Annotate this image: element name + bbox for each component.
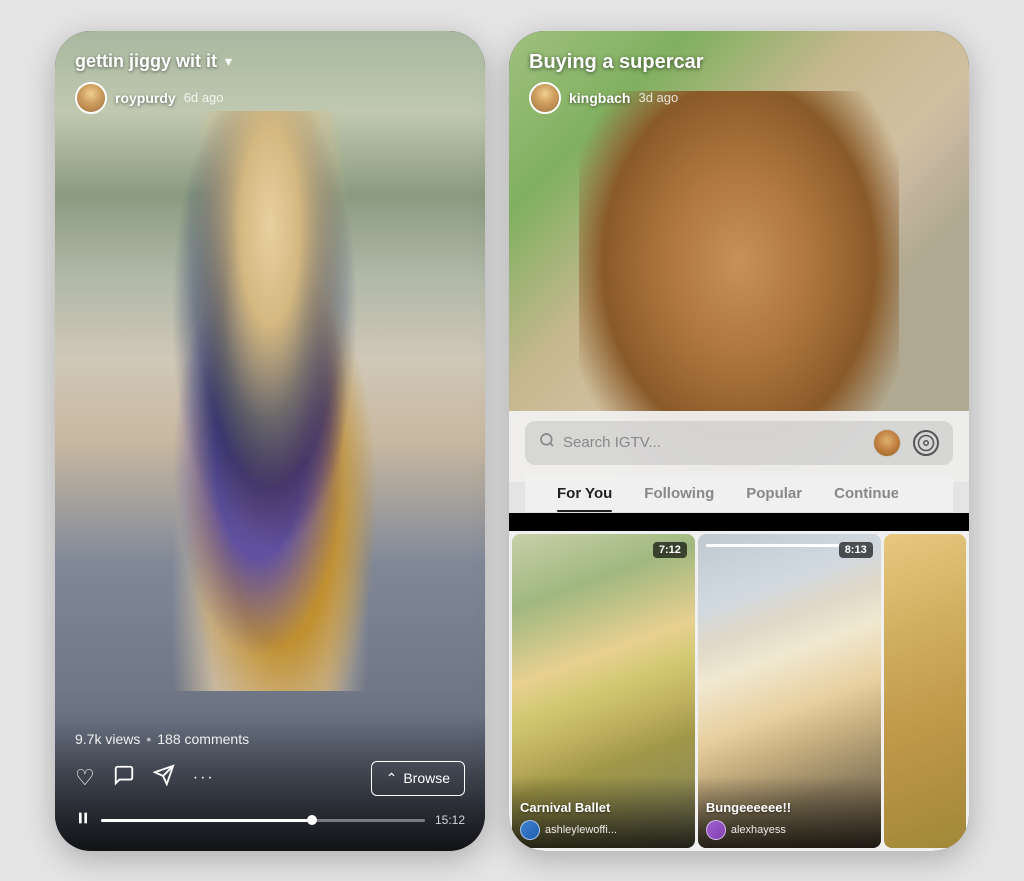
settings-icon[interactable] (913, 430, 939, 456)
thumb-title-2: Bungeeeeee!! (706, 800, 873, 815)
views-count: 9.7k views (75, 731, 140, 747)
browse-arrow: ⌃ (386, 770, 398, 787)
search-placeholder: Search IGTV... (563, 434, 661, 451)
thumb-progress-fill-2 (706, 544, 839, 547)
progress-dot (307, 815, 317, 825)
thumb-username-2: alexhayess (731, 824, 786, 836)
pause-button[interactable] (75, 810, 91, 831)
time-ago-left: 6d ago (184, 90, 224, 105)
thumb-avatar-1 (520, 820, 540, 840)
browse-button[interactable]: ⌃ Browse (371, 761, 465, 796)
thumb-info-1: Carnival Ballet ashleylewoffi... (512, 776, 695, 848)
igtv-profile-icon[interactable] (873, 429, 901, 457)
tab-following[interactable]: Following (628, 475, 730, 512)
avatar-right[interactable] (529, 82, 561, 114)
progress-fill (101, 819, 312, 822)
browse-label: Browse (403, 770, 450, 786)
thumb-bg-3 (884, 534, 966, 848)
thumb-user-row-1: ashleylewoffi... (520, 820, 687, 840)
comments-count: 188 comments (157, 731, 249, 747)
thumb-user-row-2: alexhayess (706, 820, 873, 840)
thumb-card-2[interactable]: 8:13 Bungeeeeee!! alexhayess (698, 534, 881, 848)
igtv-time: 3d ago (638, 90, 678, 105)
progress-row: 15:12 (75, 810, 465, 831)
user-row-left: roypurdy 6d ago (75, 82, 465, 114)
comment-icon[interactable] (113, 764, 135, 792)
like-icon[interactable]: ♡ (75, 765, 95, 791)
tab-popular[interactable]: Popular (730, 475, 818, 512)
thumbnails-grid: 7:12 Carnival Ballet ashleylewoffi... 8:… (509, 531, 969, 851)
thumb-duration-2: 8:13 (839, 542, 873, 558)
bottom-bar-left: 9.7k views • 188 comments ♡ ··· ⌃ (55, 715, 485, 851)
dropdown-icon[interactable]: ▾ (225, 53, 232, 70)
progress-bar[interactable] (101, 819, 425, 822)
duration-left: 15:12 (435, 813, 465, 827)
left-phone: gettin jiggy wit it ▾ roypurdy 6d ago 9.… (55, 31, 485, 851)
igtv-video-title: Buying a supercar (529, 51, 949, 74)
thumb-username-1: ashleylewoffi... (545, 824, 617, 836)
separator: • (146, 731, 151, 747)
top-overlay-left: gettin jiggy wit it ▾ roypurdy 6d ago (55, 31, 485, 124)
tab-continue[interactable]: Continue W (818, 475, 898, 512)
avatar-left[interactable] (75, 82, 107, 114)
thumb-avatar-2 (706, 820, 726, 840)
thumb-info-2: Bungeeeeee!! alexhayess (698, 776, 881, 848)
thumb-card-1[interactable]: 7:12 Carnival Ballet ashleylewoffi... (512, 534, 695, 848)
video-title-row: gettin jiggy wit it ▾ (75, 51, 465, 72)
more-icon[interactable]: ··· (193, 769, 215, 787)
search-section: Search IGTV... For You Following (509, 411, 969, 513)
thumb-duration-1: 7:12 (653, 542, 687, 558)
thumb-card-3[interactable] (884, 534, 966, 848)
search-bar[interactable]: Search IGTV... (525, 421, 953, 465)
stats-row: 9.7k views • 188 comments (75, 731, 465, 747)
igtv-username[interactable]: kingbach (569, 90, 630, 106)
skater-figure (130, 111, 410, 691)
video-title-left: gettin jiggy wit it (75, 51, 217, 72)
igtv-header: Buying a supercar kingbach 3d ago (509, 31, 969, 114)
actions-row: ♡ ··· ⌃ Browse (75, 761, 465, 796)
igtv-user-row: kingbach 3d ago (529, 82, 949, 114)
send-icon[interactable] (153, 764, 175, 792)
app-container: gettin jiggy wit it ▾ roypurdy 6d ago 9.… (0, 0, 1024, 881)
search-right-icons (873, 429, 939, 457)
search-icon (539, 432, 555, 453)
tab-for-you[interactable]: For You (541, 475, 628, 512)
tabs-row: For You Following Popular Continue W (525, 475, 953, 513)
action-icons: ♡ ··· (75, 764, 371, 792)
thumb-title-1: Carnival Ballet (520, 800, 687, 815)
username-left[interactable]: roypurdy (115, 90, 176, 106)
right-phone: Buying a supercar kingbach 3d ago Search… (509, 31, 969, 851)
